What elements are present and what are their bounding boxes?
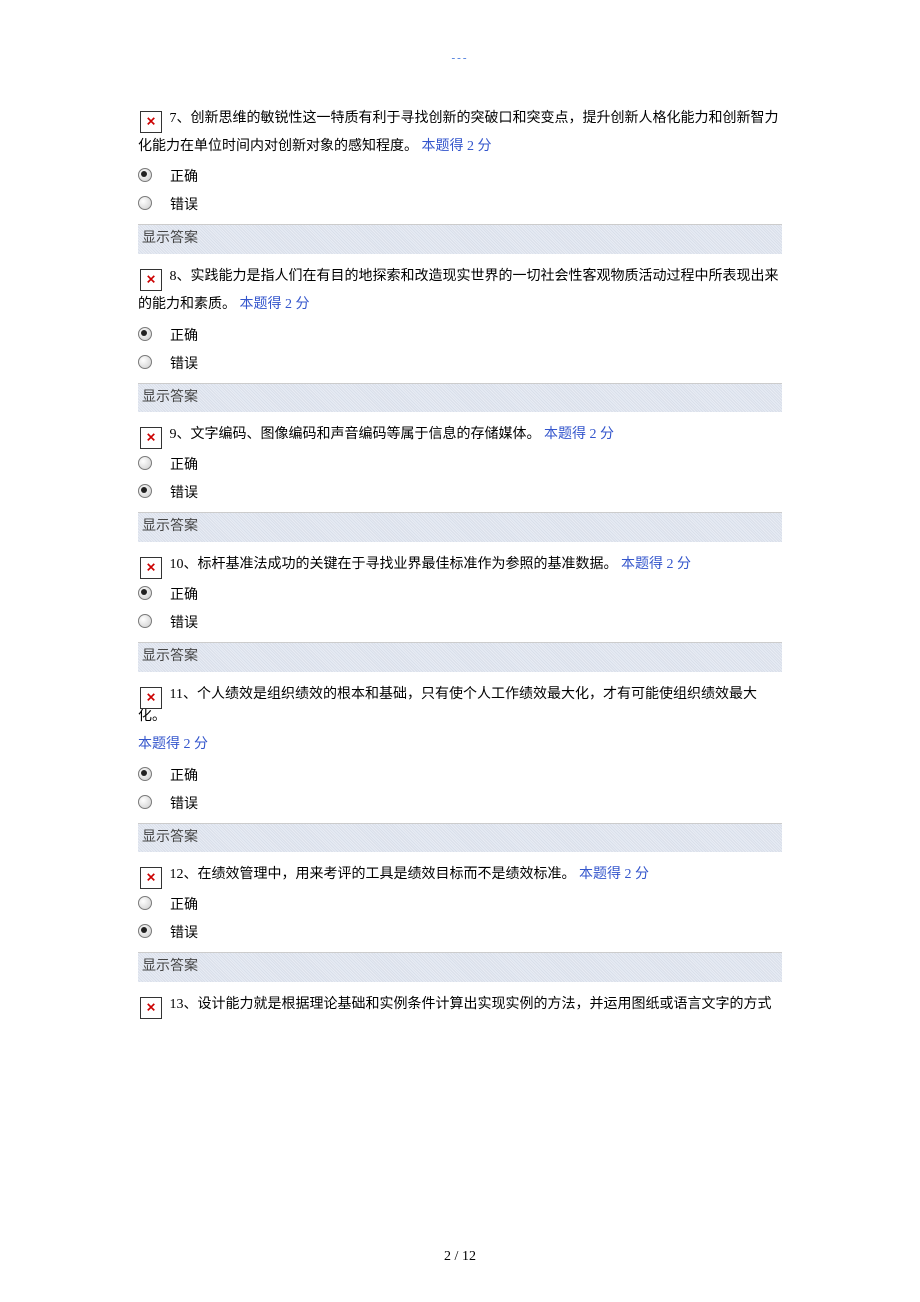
score-label: 本题得 2 分	[541, 427, 615, 442]
question-number: 7、	[170, 111, 191, 126]
option-false-row[interactable]: 错误	[138, 192, 782, 220]
question-number: 10、	[170, 557, 198, 572]
option-true-row[interactable]: 正确	[138, 892, 782, 920]
show-answer-button[interactable]: 显示答案	[138, 383, 782, 412]
show-answer-button[interactable]: 显示答案	[138, 823, 782, 852]
option-label: 错误	[170, 791, 198, 819]
radio-unselected-icon[interactable]	[138, 456, 152, 470]
broken-image-icon	[140, 557, 162, 579]
question-number: 13、	[170, 997, 198, 1012]
question-text: 7、创新思维的敏锐性这一特质有利于寻找创新的突破口和突变点，提升创新人格化能力和…	[138, 108, 782, 159]
radio-unselected-icon[interactable]	[138, 795, 152, 809]
show-answer-button[interactable]: 显示答案	[138, 952, 782, 981]
page-sep: /	[451, 1249, 462, 1264]
options-group: 正确 错误	[138, 892, 782, 948]
option-label: 正确	[170, 763, 198, 791]
option-label: 正确	[170, 582, 198, 610]
question-8: 8、实践能力是指人们在有目的地探索和改造现实世界的一切社会性客观物质活动过程中所…	[138, 266, 782, 412]
options-group: 正确 错误	[138, 323, 782, 379]
header-dashes: ---	[138, 50, 782, 68]
option-label: 正确	[170, 892, 198, 920]
question-number: 9、	[170, 427, 191, 442]
question-9: 9、文字编码、图像编码和声音编码等属于信息的存储媒体。 本题得 2 分 正确 错…	[138, 424, 782, 542]
option-true-row[interactable]: 正确	[138, 763, 782, 791]
option-false-row[interactable]: 错误	[138, 610, 782, 638]
question-text: 8、实践能力是指人们在有目的地探索和改造现实世界的一切社会性客观物质活动过程中所…	[138, 266, 782, 317]
option-false-row[interactable]: 错误	[138, 920, 782, 948]
broken-image-icon	[140, 687, 162, 709]
score-label: 本题得 2 分	[618, 557, 692, 572]
radio-selected-icon[interactable]	[138, 168, 152, 182]
options-group: 正确 错误	[138, 582, 782, 638]
option-label: 正确	[170, 323, 198, 351]
score-label: 本题得 2 分	[576, 867, 650, 882]
question-10: 10、标杆基准法成功的关键在于寻找业界最佳标准作为参照的基准数据。 本题得 2 …	[138, 554, 782, 672]
option-true-row[interactable]: 正确	[138, 582, 782, 610]
question-text: 10、标杆基准法成功的关键在于寻找业界最佳标准作为参照的基准数据。 本题得 2 …	[138, 554, 782, 576]
page-current: 2	[444, 1249, 451, 1264]
question-12: 12、在绩效管理中，用来考评的工具是绩效目标而不是绩效标准。 本题得 2 分 正…	[138, 864, 782, 982]
radio-unselected-icon[interactable]	[138, 355, 152, 369]
radio-unselected-icon[interactable]	[138, 614, 152, 628]
page-total: 12	[462, 1249, 476, 1264]
option-false-row[interactable]: 错误	[138, 480, 782, 508]
question-number: 8、	[170, 269, 191, 284]
options-group: 正确 错误	[138, 164, 782, 220]
option-label: 正确	[170, 452, 198, 480]
page: --- 7、创新思维的敏锐性这一特质有利于寻找创新的突破口和突变点，提升创新人格…	[0, 0, 920, 1302]
radio-selected-icon[interactable]	[138, 484, 152, 498]
option-label: 错误	[170, 920, 198, 948]
option-label: 正确	[170, 164, 198, 192]
broken-image-icon	[140, 111, 162, 133]
show-answer-button[interactable]: 显示答案	[138, 512, 782, 541]
broken-image-icon	[140, 867, 162, 889]
option-true-row[interactable]: 正确	[138, 452, 782, 480]
option-label: 错误	[170, 480, 198, 508]
question-text: 9、文字编码、图像编码和声音编码等属于信息的存储媒体。 本题得 2 分	[138, 424, 782, 446]
option-label: 错误	[170, 351, 198, 379]
question-7: 7、创新思维的敏锐性这一特质有利于寻找创新的突破口和突变点，提升创新人格化能力和…	[138, 108, 782, 254]
options-group: 正确 错误	[138, 452, 782, 508]
broken-image-icon	[140, 427, 162, 449]
radio-selected-icon[interactable]	[138, 586, 152, 600]
score-label: 本题得 2 分	[418, 139, 492, 154]
option-false-row[interactable]: 错误	[138, 791, 782, 819]
question-13: 13、设计能力就是根据理论基础和实例条件计算出实现实例的方法，并运用图纸或语言文…	[138, 994, 782, 1016]
question-text: 12、在绩效管理中，用来考评的工具是绩效目标而不是绩效标准。 本题得 2 分	[138, 864, 782, 886]
score-label: 本题得 2 分	[138, 734, 782, 756]
question-number: 11、	[170, 687, 197, 702]
question-text: 13、设计能力就是根据理论基础和实例条件计算出实现实例的方法，并运用图纸或语言文…	[138, 994, 782, 1016]
option-label: 错误	[170, 610, 198, 638]
options-group: 正确 错误	[138, 763, 782, 819]
show-answer-button[interactable]: 显示答案	[138, 642, 782, 671]
page-footer: 2 / 12	[0, 1246, 920, 1268]
option-true-row[interactable]: 正确	[138, 164, 782, 192]
radio-selected-icon[interactable]	[138, 327, 152, 341]
show-answer-button[interactable]: 显示答案	[138, 224, 782, 253]
question-text: 11、个人绩效是组织绩效的根本和基础，只有使个人工作绩效最大化，才有可能使组织绩…	[138, 684, 782, 757]
broken-image-icon	[140, 997, 162, 1019]
radio-unselected-icon[interactable]	[138, 896, 152, 910]
question-11: 11、个人绩效是组织绩效的根本和基础，只有使个人工作绩效最大化，才有可能使组织绩…	[138, 684, 782, 853]
option-label: 错误	[170, 192, 198, 220]
radio-selected-icon[interactable]	[138, 924, 152, 938]
radio-unselected-icon[interactable]	[138, 196, 152, 210]
broken-image-icon	[140, 269, 162, 291]
option-false-row[interactable]: 错误	[138, 351, 782, 379]
question-number: 12、	[170, 867, 198, 882]
option-true-row[interactable]: 正确	[138, 323, 782, 351]
score-label: 本题得 2 分	[236, 297, 310, 312]
radio-selected-icon[interactable]	[138, 767, 152, 781]
